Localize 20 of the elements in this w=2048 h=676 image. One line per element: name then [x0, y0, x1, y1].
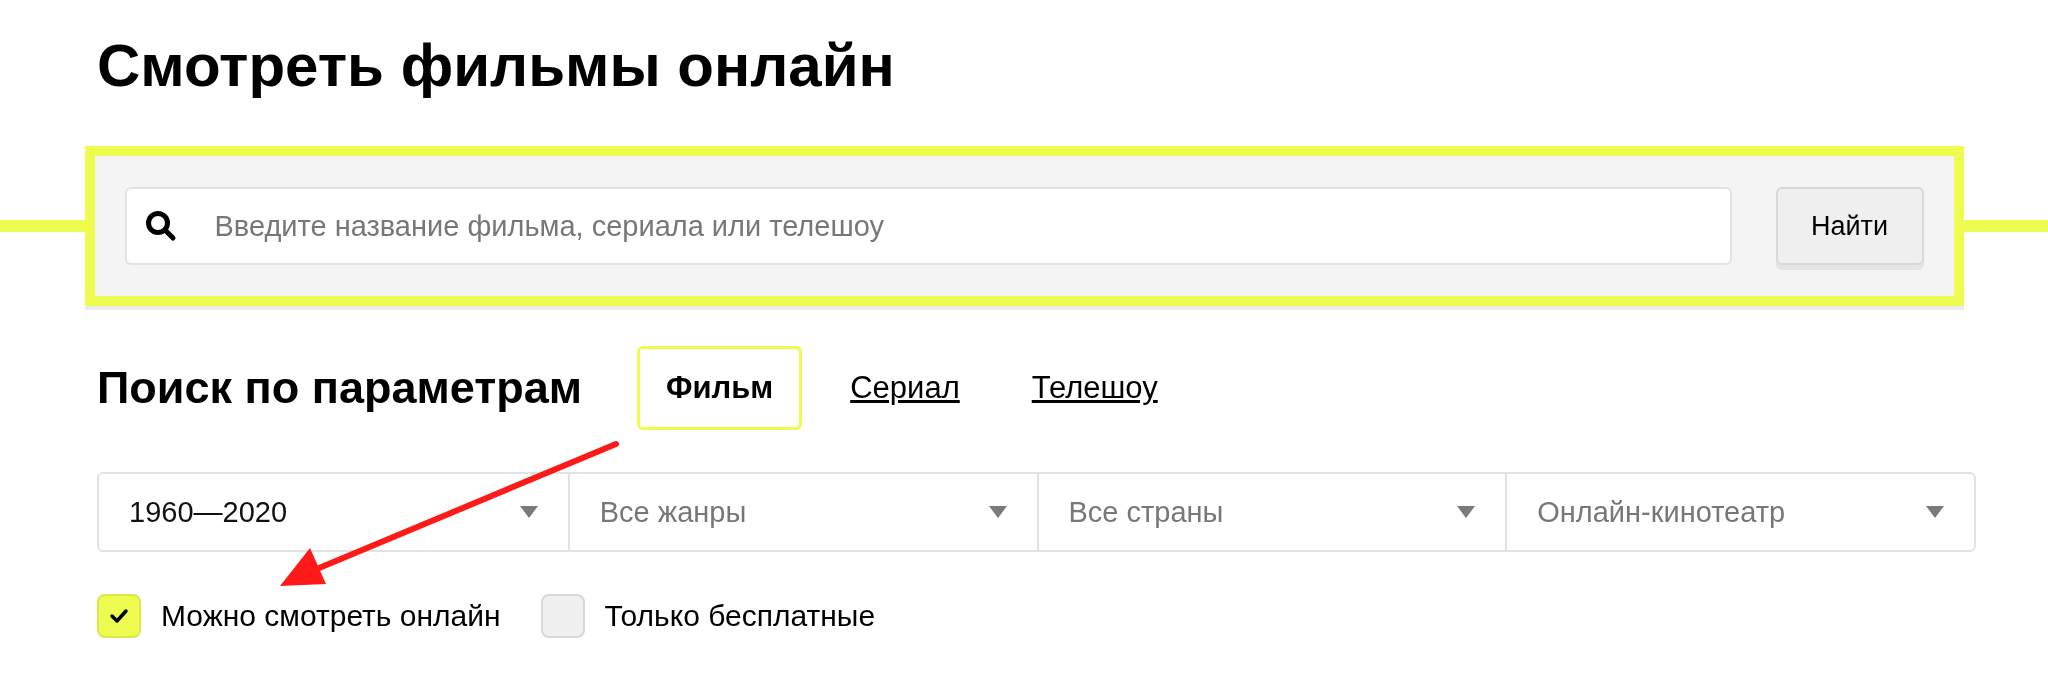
section-heading: Поиск по параметрам [97, 362, 583, 414]
search-field[interactable]: Введите название фильма, сериала или телешоу [124, 187, 1732, 265]
tab[interactable]: Сериал [826, 350, 984, 426]
page-title: Смотреть фильмы онлайн [96, 31, 896, 101]
dropdown[interactable]: Все жанры [567, 474, 1037, 550]
tab[interactable]: Телешоу [1007, 350, 1182, 426]
dropdown[interactable]: Онлайн-кинотеатр [1505, 474, 1974, 550]
caret-icon [519, 506, 538, 518]
caret-icon [988, 506, 1007, 518]
caret-icon [1457, 506, 1476, 518]
tab[interactable]: Фильм [637, 346, 803, 430]
search-icon [144, 210, 177, 242]
checkbox[interactable] [97, 594, 141, 638]
dropdown[interactable]: Все страны [1036, 474, 1506, 550]
checkbox-label: Только бесплатные [604, 599, 876, 633]
dropdown[interactable]: 1960—2020 [99, 474, 568, 550]
checkbox[interactable] [540, 594, 585, 638]
caret-icon [1926, 506, 1944, 518]
checkbox-label: Можно смотреть онлайн [161, 599, 501, 633]
checkmark-icon [109, 608, 129, 624]
